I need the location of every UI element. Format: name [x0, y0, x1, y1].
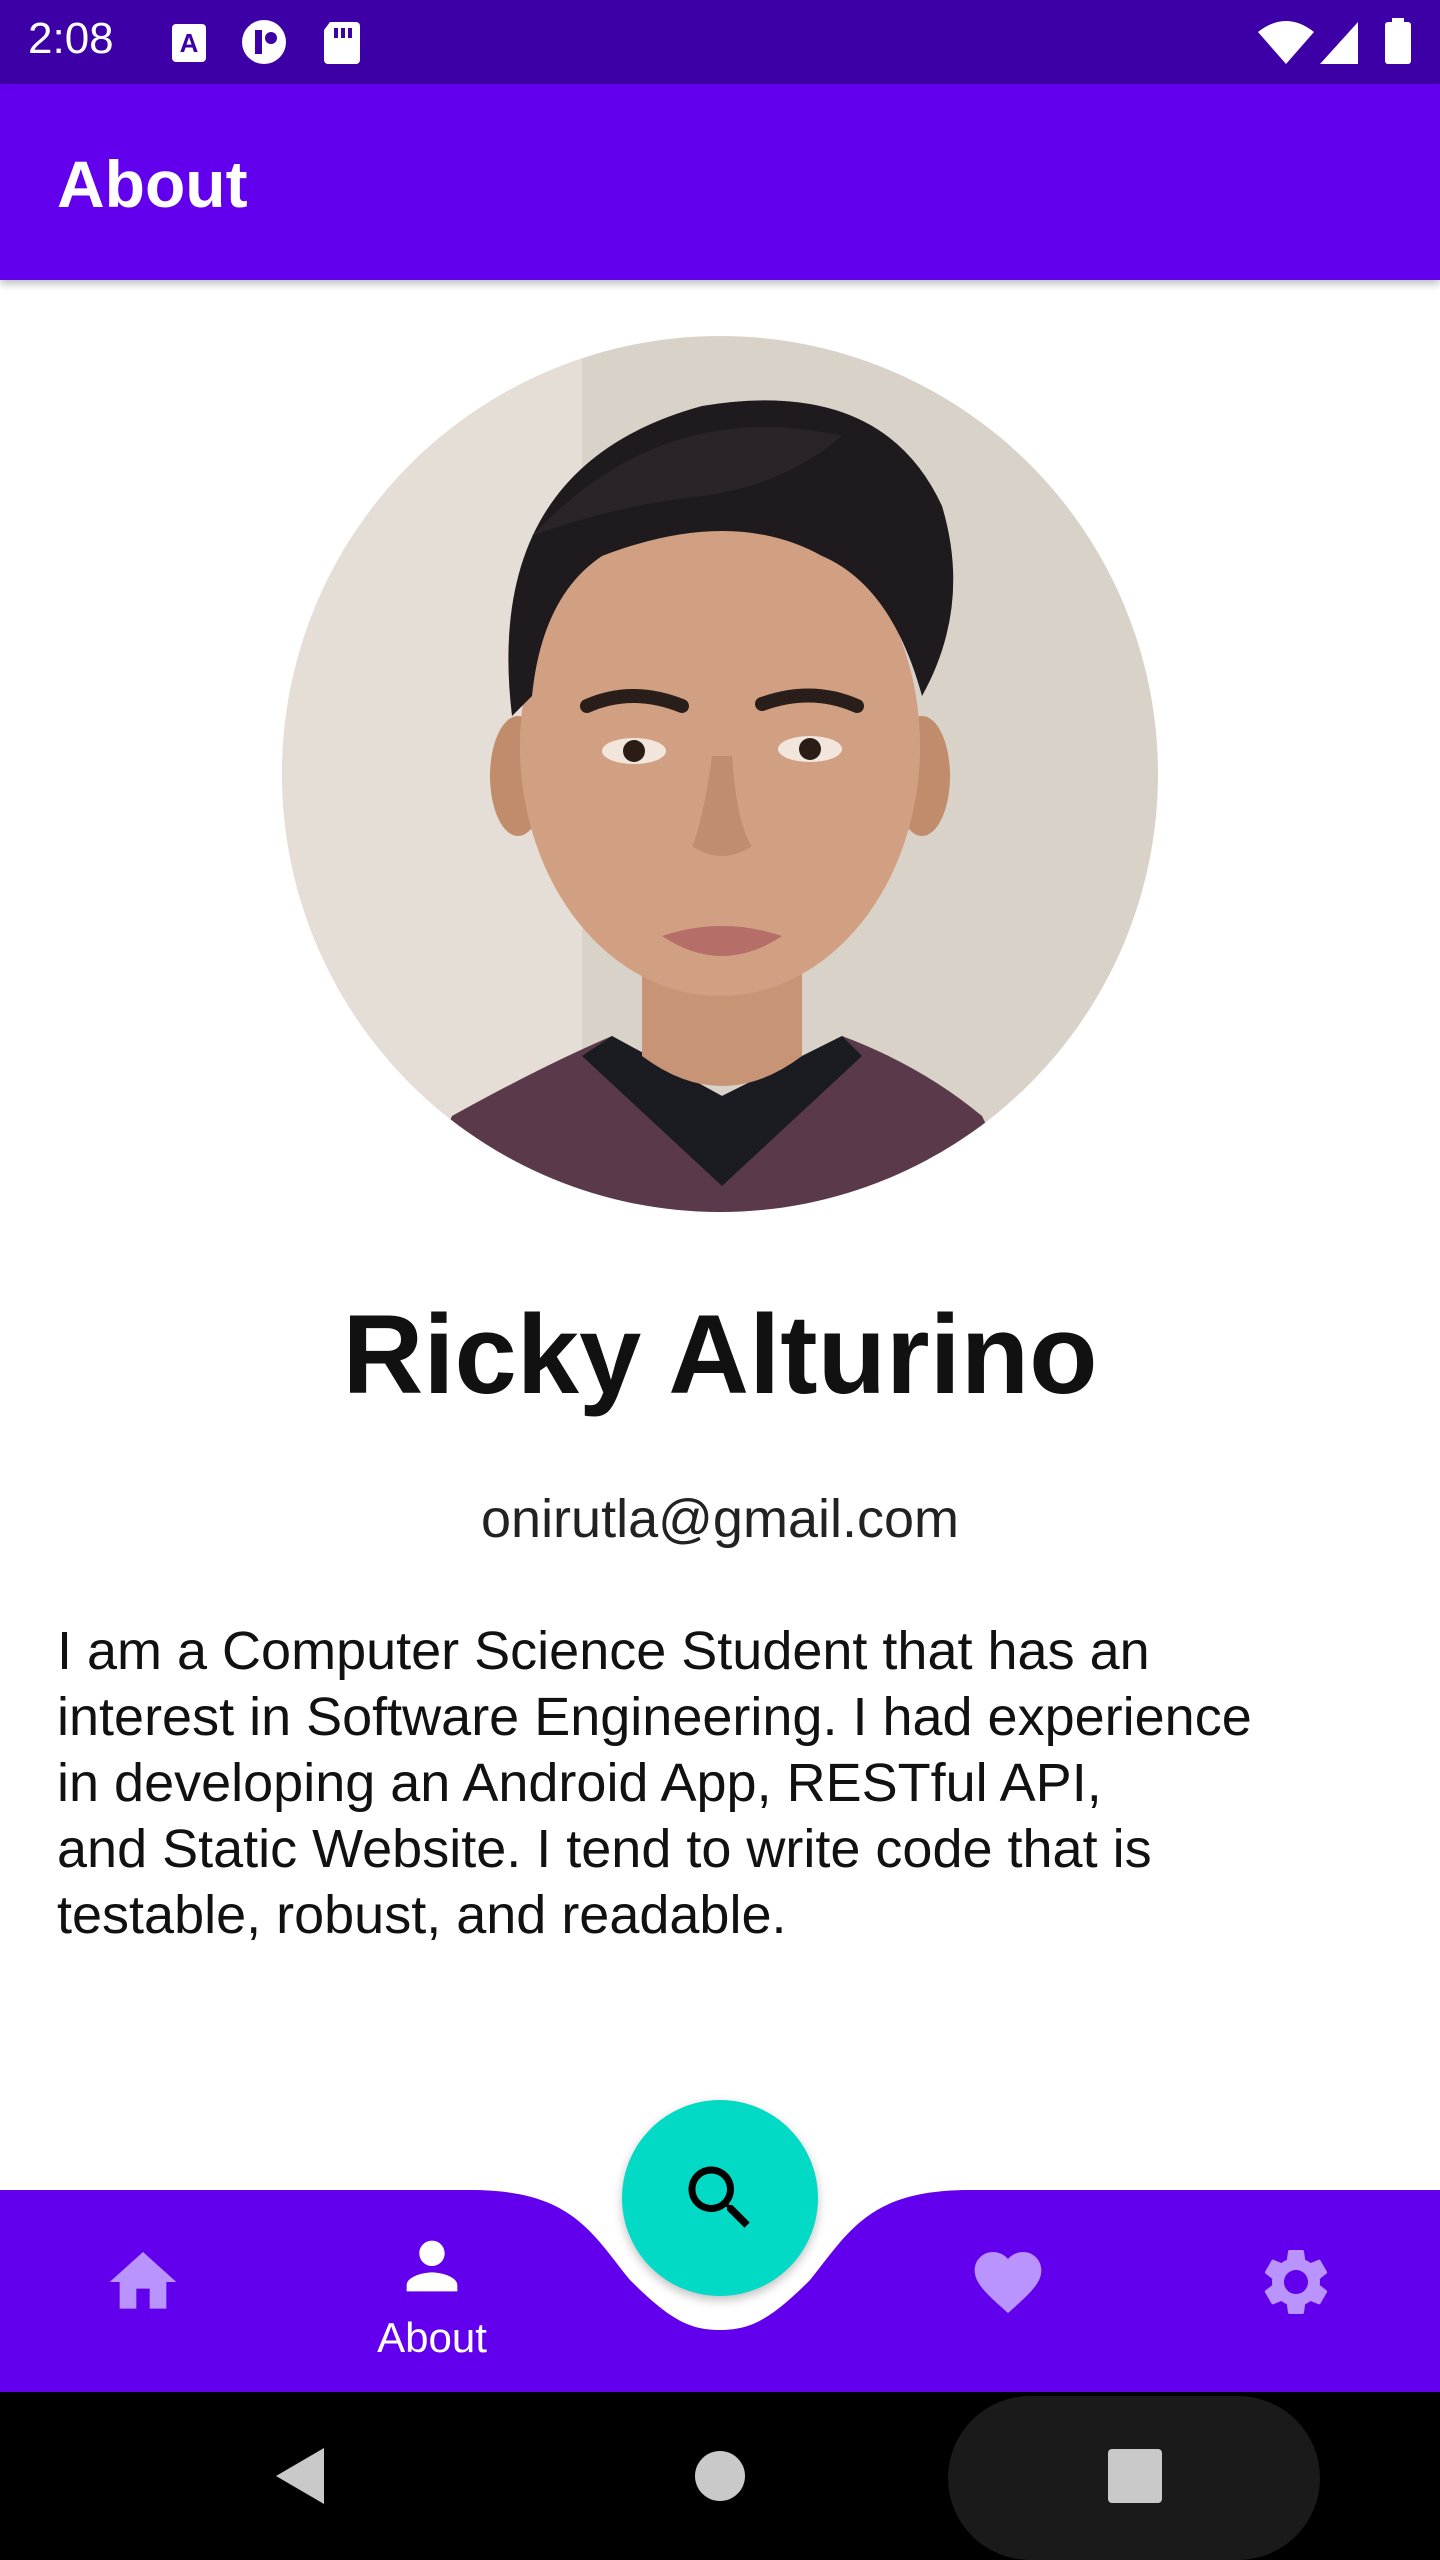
- status-bar: 2:08 A: [0, 0, 1440, 84]
- search-icon: [688, 2166, 750, 2228]
- nav-label-about: About: [377, 2314, 487, 2361]
- sd-card-icon: [324, 22, 360, 64]
- nav-item-favorites[interactable]: [888, 2190, 1128, 2392]
- svg-text:A: A: [180, 28, 199, 58]
- person-icon: [406, 2240, 458, 2292]
- back-icon[interactable]: [270, 2444, 330, 2508]
- nav-item-home[interactable]: [23, 2190, 263, 2392]
- tracking-icon: [242, 20, 286, 64]
- recents-icon[interactable]: [1108, 2449, 1162, 2503]
- profile-bio: I am a Computer Science Student that has…: [57, 1621, 1252, 1945]
- gear-icon: [1264, 2250, 1328, 2314]
- status-time: 2:08: [28, 14, 114, 63]
- profile-name: Ricky Alturino: [342, 1292, 1098, 1417]
- profile-avatar: [282, 336, 1158, 1212]
- profile-email: onirutla@gmail.com: [481, 1489, 959, 1549]
- signal-icon: [1320, 22, 1358, 64]
- wifi-icon: [1258, 21, 1314, 64]
- a-notification-icon: A: [172, 24, 206, 62]
- search-fab-button[interactable]: [622, 2100, 818, 2296]
- nav-item-settings[interactable]: [1176, 2190, 1416, 2392]
- app-bar: About: [0, 84, 1440, 280]
- system-navigation-bar: [0, 2392, 1440, 2560]
- page-title: About: [57, 147, 248, 221]
- nav-item-about[interactable]: About: [312, 2190, 552, 2392]
- home-button-icon[interactable]: [694, 2450, 746, 2502]
- heart-icon: [974, 2252, 1042, 2314]
- profile-photo: [282, 336, 1158, 1212]
- home-icon: [109, 2252, 177, 2309]
- battery-icon: [1385, 18, 1411, 64]
